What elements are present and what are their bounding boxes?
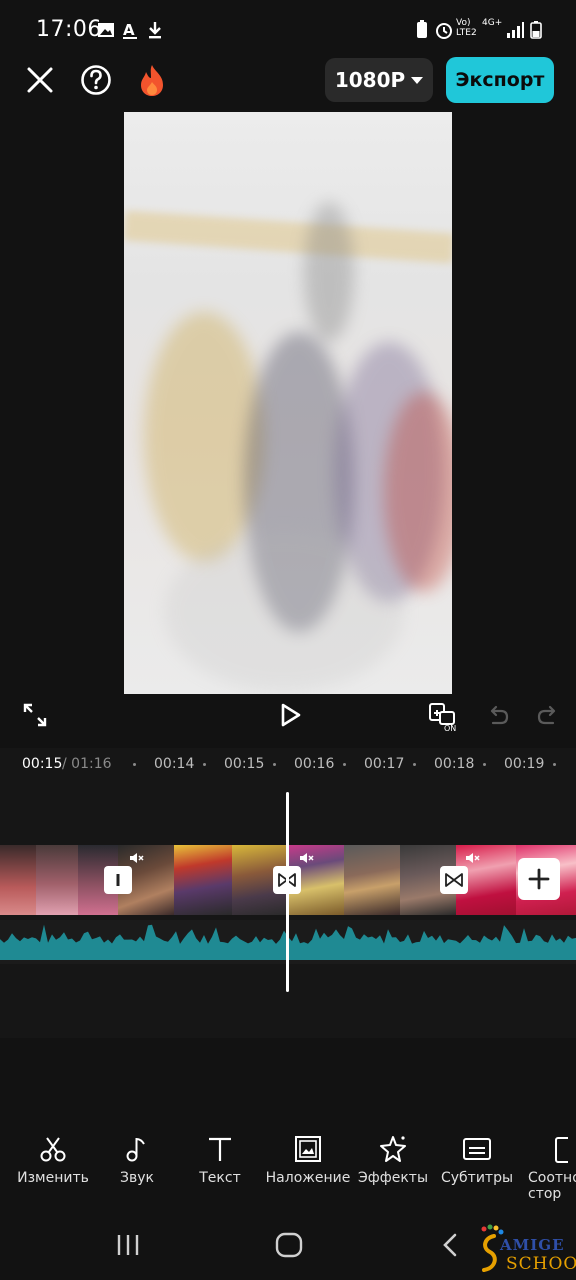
- ruler-tick: 00:14: [154, 756, 195, 772]
- network-type: 4G+: [482, 18, 503, 28]
- watermark-logo: AMIGE SCHOOL: [476, 1224, 576, 1276]
- gallery-icon: [98, 23, 114, 37]
- ruler-dot: [413, 763, 416, 766]
- tool-label: Наложение: [265, 1170, 351, 1186]
- tool-text[interactable]: Текст: [175, 1130, 265, 1210]
- play-button[interactable]: [276, 701, 304, 729]
- tool-label: Соотно стор: [528, 1170, 576, 1202]
- split-icon: [116, 874, 120, 886]
- video-clip[interactable]: [118, 845, 288, 915]
- plus-icon: [528, 868, 550, 890]
- playhead[interactable]: [286, 792, 289, 992]
- ruler-tick: 00:17: [364, 756, 405, 772]
- star-icon: [380, 1136, 406, 1162]
- ruler-dot: [273, 763, 276, 766]
- tool-label: Эффекты: [358, 1170, 428, 1186]
- ruler-tick: 00:15: [224, 756, 265, 772]
- svg-text:A: A: [123, 21, 135, 39]
- back-icon[interactable]: [440, 1232, 460, 1258]
- logo-sub: SCHOOL: [506, 1254, 576, 1274]
- tool-label: Изменить: [17, 1170, 89, 1186]
- close-button[interactable]: [20, 60, 60, 100]
- text-icon: [209, 1137, 231, 1161]
- tool-effects[interactable]: Эффекты: [348, 1130, 438, 1210]
- ruler-dot: [343, 763, 346, 766]
- help-button[interactable]: [77, 60, 115, 100]
- mute-icon: [466, 853, 480, 863]
- volte-indicator: Vo) LTE2: [456, 18, 477, 38]
- alarm-icon: [436, 23, 452, 39]
- mute-icon: [300, 853, 314, 863]
- mute-icon: [130, 853, 144, 863]
- battery-saver-icon: [417, 20, 427, 38]
- add-clip-button[interactable]: [518, 858, 560, 900]
- svg-text:ON: ON: [444, 724, 456, 732]
- overlay-icon: [295, 1136, 321, 1162]
- video-clip[interactable]: [288, 845, 456, 915]
- redo-icon[interactable]: [536, 703, 560, 727]
- ruler-tick: 00:19: [504, 756, 545, 772]
- resolution-label: 1080P: [334, 68, 406, 92]
- logo-brand: AMIGE: [500, 1236, 565, 1254]
- music-note-icon: [126, 1137, 145, 1162]
- export-button[interactable]: Экспорт: [446, 57, 554, 103]
- ruler-tick: 00:18: [434, 756, 475, 772]
- recent-apps-icon[interactable]: [115, 1233, 141, 1257]
- status-time: 17:06: [36, 17, 102, 42]
- current-time: 00:15: [22, 756, 63, 772]
- tool-label: Звук: [120, 1170, 154, 1186]
- ruler-dot: [203, 763, 206, 766]
- signal-icon: [507, 22, 524, 38]
- tool-subtitles[interactable]: Субтитры: [432, 1130, 522, 1210]
- video-clip[interactable]: [0, 845, 118, 915]
- keyframe-on-icon[interactable]: ON: [428, 702, 460, 732]
- tool-label: Субтитры: [440, 1170, 514, 1186]
- scissors-icon: [40, 1137, 66, 1162]
- tool-bar: Изменить Звук Текст Наложение Эффекты Су…: [0, 1130, 576, 1210]
- tool-aspect-ratio[interactable]: Соотно стор: [522, 1130, 576, 1210]
- ruler-tick: 00:16: [294, 756, 335, 772]
- ruler-dot: [553, 763, 556, 766]
- tool-overlay[interactable]: Наложение: [263, 1130, 353, 1210]
- tool-label: Текст: [199, 1170, 241, 1186]
- undo-icon[interactable]: [486, 703, 510, 727]
- tool-edit[interactable]: Изменить: [8, 1130, 98, 1210]
- transition-button[interactable]: [440, 866, 468, 894]
- video-preview[interactable]: [124, 112, 452, 694]
- tool-audio[interactable]: Звук: [92, 1130, 182, 1210]
- ruler-dot: [133, 763, 136, 766]
- total-time: / 01:16: [62, 756, 112, 772]
- transition-button[interactable]: [104, 866, 132, 894]
- subtitles-icon: [463, 1138, 491, 1160]
- battery-icon: [530, 21, 542, 39]
- download-icon: [149, 22, 161, 39]
- fullscreen-icon[interactable]: [22, 702, 48, 728]
- ruler-dot: [483, 763, 486, 766]
- fire-icon[interactable]: [134, 60, 170, 100]
- chevron-down-icon: [411, 76, 424, 84]
- text-a-icon: A: [123, 21, 137, 39]
- bowtie-icon: [445, 873, 463, 887]
- resolution-dropdown[interactable]: 1080P: [325, 58, 433, 102]
- aspect-ratio-icon: [555, 1137, 568, 1163]
- home-icon[interactable]: [274, 1231, 304, 1259]
